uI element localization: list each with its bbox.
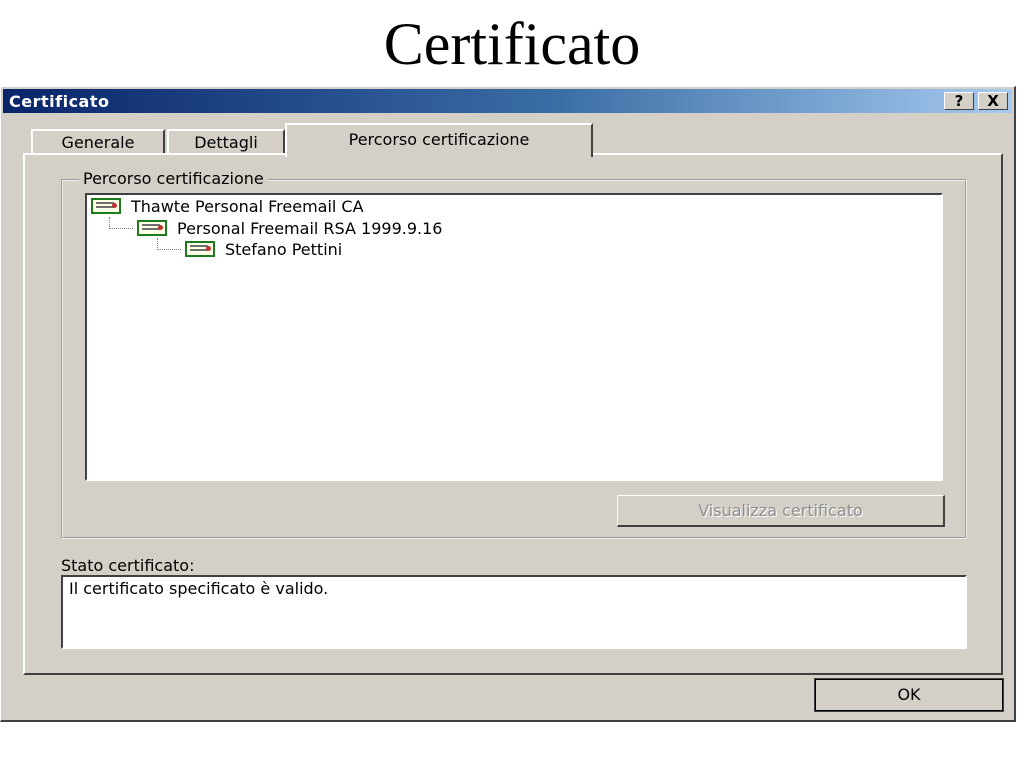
tree-item-label: Thawte Personal Freemail CA [131, 196, 364, 216]
certification-path-tree[interactable]: Thawte Personal Freemail CA Personal Fre… [85, 193, 943, 481]
help-button[interactable]: ? [944, 92, 974, 110]
tree-item-label: Stefano Pettini [225, 239, 343, 259]
view-certificate-button[interactable]: Visualizza certificato [617, 495, 945, 527]
certification-path-group-label: Percorso certificazione [79, 169, 268, 188]
tree-item-root-ca[interactable]: Thawte Personal Freemail CA [91, 195, 364, 217]
tree-item-end-entity[interactable]: Stefano Pettini [185, 238, 342, 260]
tree-item-intermediate-ca[interactable]: Personal Freemail RSA 1999.9.16 [137, 217, 442, 239]
tab-dettagli[interactable]: Dettagli [167, 129, 285, 155]
title-bar[interactable]: Certificato ? X [3, 89, 1012, 113]
tree-connector [157, 249, 181, 250]
certificate-icon [185, 241, 215, 257]
tab-percorso-certificazione[interactable]: Percorso certificazione [285, 123, 593, 157]
tree-item-label: Personal Freemail RSA 1999.9.16 [177, 218, 443, 238]
certificate-dialog: Certificato ? X Generale Dettagli Percor… [0, 86, 1016, 722]
tree-connector [109, 228, 133, 229]
certificate-icon [137, 220, 167, 236]
slide-title: Certificato [383, 11, 641, 77]
window-title: Certificato [9, 92, 110, 111]
certificate-status-box: Il certificato specificato è valido. [61, 575, 967, 649]
tab-generale[interactable]: Generale [31, 129, 165, 155]
certificate-status-label: Stato certificato: [61, 556, 195, 575]
certificate-icon [91, 198, 121, 214]
close-button[interactable]: X [978, 92, 1008, 110]
ok-button[interactable]: OK [814, 678, 1004, 712]
